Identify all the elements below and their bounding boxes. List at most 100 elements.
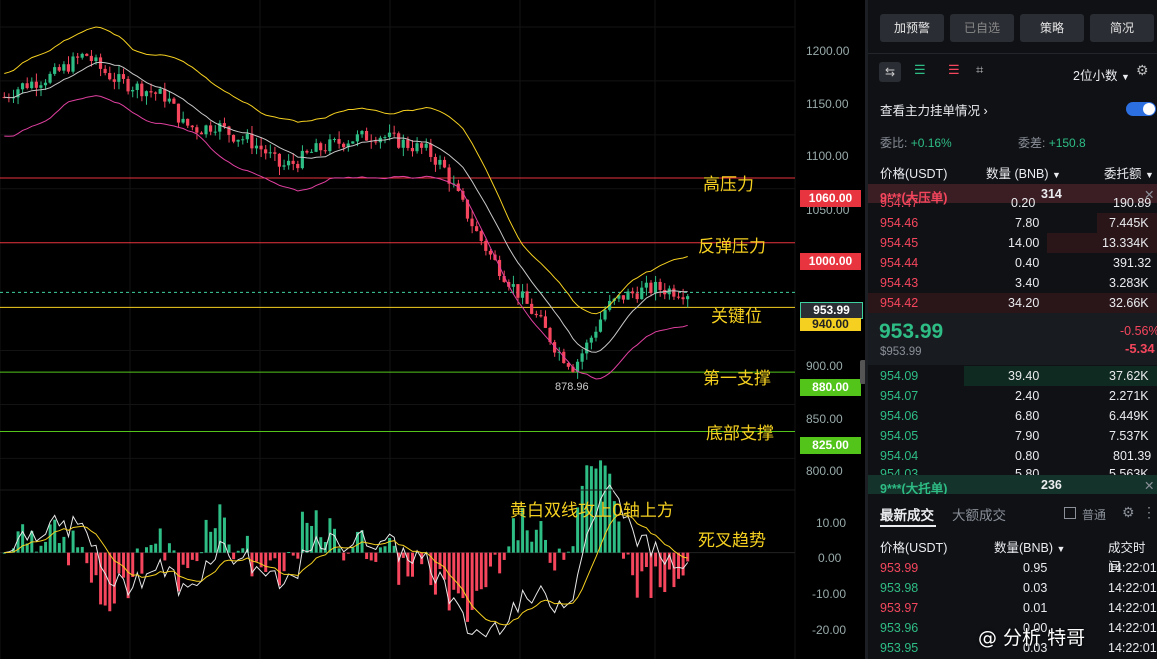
macd-bar [89,552,93,583]
both-sides-view-icon[interactable]: ⇆ [879,62,901,82]
candle-body [300,150,304,169]
candle-body [351,141,355,144]
watchlist-button[interactable]: 已自选 [950,14,1014,42]
ask-total: 391.32 [1113,256,1152,270]
candle-body [98,57,103,69]
bid-row[interactable]: 954.09 39.40 37.62K [868,366,1157,386]
chevron-down-icon: ▼ [1052,170,1061,180]
candle-body [419,143,424,148]
macd-bar [672,552,676,588]
macd-bar [44,541,48,553]
macd-bar [475,552,479,591]
bid-qty: 7.90 [1015,429,1040,443]
ask-row[interactable]: 954.46 7.80 7.445K [868,213,1157,233]
col-total-header[interactable]: 委托额 ▼ [1104,163,1154,182]
candle-body [309,151,314,153]
chevron-down-icon: ▼ [1120,72,1130,82]
last-price-block: 953.99 $953.99 -0.56% -5.34 [868,313,1157,365]
candle-body [598,319,603,332]
bids-only-view-icon[interactable]: ☰ [914,62,926,78]
ask-qty: 0.20 [1011,196,1036,210]
settings-icon[interactable]: ⚙ [1122,504,1135,521]
ask-row[interactable]: 954.43 3.40 3.283K [868,273,1157,293]
macd-bar [401,552,405,558]
candle-body [401,139,405,148]
settings-icon[interactable]: ⚙ [1136,62,1149,79]
candle-body [186,118,190,126]
candle-body [39,85,43,88]
macd-bar [383,546,387,553]
depth-view-icon[interactable]: ⌗ [976,62,983,78]
main-orders-toggle[interactable] [1126,102,1156,116]
asks-only-view-icon[interactable]: ☰ [948,62,960,78]
trade-col-qty[interactable]: 数量(BNB) ▼ [994,537,1065,556]
main-orders-link[interactable]: 查看主力挂单情况 › [880,100,988,119]
candle-body [635,293,639,300]
macd-bar [167,543,171,553]
more-icon[interactable]: ⋮ [1142,504,1156,521]
candle-body [163,88,167,102]
candle-body [580,353,584,362]
bid-qty: 0.80 [1015,449,1040,463]
candle-body [250,133,254,149]
normal-checkbox[interactable] [1064,507,1076,519]
candle-body [57,67,61,71]
macd-bar [433,552,437,595]
bid-row[interactable]: 954.06 6.80 6.449K [868,406,1157,426]
ask-price: 954.43 [880,276,919,290]
bid-row[interactable]: 954.04 0.80 801.39 [868,446,1157,466]
col-qty-header[interactable]: 数量 (BNB) ▼ [986,163,1061,182]
candle-body [34,81,38,88]
candle-body [640,287,644,300]
macd-tick: 10.00 [816,516,847,530]
ma-line [4,61,688,353]
bid-row[interactable]: 954.07 2.40 2.271K [868,386,1157,406]
add-alert-button[interactable]: 加预警 [880,14,944,42]
candle-body [621,295,625,300]
macd-bar [378,547,382,553]
decimals-select[interactable]: 2位小数 ▼ [1073,65,1130,84]
candle-body [342,143,346,148]
col-price-header: 价格(USDT) [880,167,948,181]
candle-body [644,282,648,288]
tab-latest-trades[interactable]: 最新成交 [880,504,934,524]
candle-body [438,159,442,165]
candle-body [296,163,300,169]
macd-bar [346,552,350,554]
candle-body [126,78,130,92]
ask-row[interactable]: 954.42 34.20 32.66K [868,293,1157,313]
toggle-knob [1143,103,1155,115]
tab-large-trades[interactable]: 大额成交 [952,504,1006,524]
macd-bar [479,552,483,590]
macd-bar [39,545,43,553]
candle-body [672,288,676,297]
bid-total: 37.62K [1109,369,1149,383]
candle-body [236,139,240,142]
trade-col-qty-label: 数量(BNB) [994,541,1054,555]
strategy-button[interactable]: 策略 [1020,14,1084,42]
candle-body [89,55,93,62]
ask-total: 190.89 [1113,196,1152,210]
bid-row[interactable]: 954.05 7.90 7.537K [868,426,1157,446]
ask-row[interactable]: 954.45 14.00 13.334K [868,233,1157,253]
macd-bar [548,552,552,563]
candle-body [149,91,153,93]
big-bid-row[interactable]: 9***(大托单) 236 ✕ [868,475,1157,496]
ask-row[interactable]: 954.47 0.20 190.89 [868,193,1157,213]
ask-row[interactable]: 954.44 0.40 391.32 [868,253,1157,273]
chart-area[interactable]: 高压力 反弹压力 关键位 第一支撑 底部支撑 黄白双线攻上0轴上方 死叉趋势 1… [0,0,865,659]
overview-button[interactable]: 简况 [1090,14,1154,42]
trade-row: 953.99 0.95 14:22:01 [868,558,1157,578]
kline-chart[interactable] [0,0,865,659]
candle-body [585,342,589,354]
close-icon[interactable]: ✕ [1144,478,1154,493]
candle-body [543,316,548,328]
macd-bar [232,552,236,560]
macd-bar [85,552,89,564]
macd-bar [456,552,460,594]
macd-bar [466,552,470,622]
macd-bar [57,543,61,553]
weicha: 委差: +150.8 [1018,134,1086,151]
candle-body [534,313,538,316]
candle-body [273,152,277,154]
